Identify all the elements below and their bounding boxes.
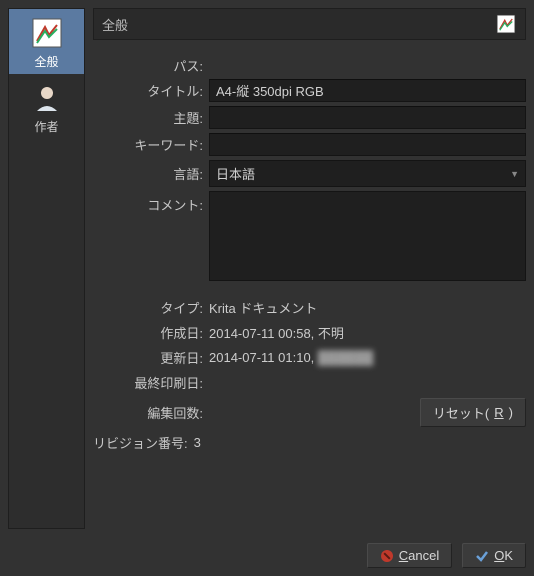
- value-type: Krita ドキュメント: [209, 298, 317, 317]
- chevron-down-icon: ▼: [510, 169, 519, 179]
- label-language: 言語:: [93, 164, 209, 183]
- sidebar-item-label: 全般: [34, 53, 58, 70]
- reset-button[interactable]: リセット(R): [420, 398, 526, 427]
- panel-header: 全般: [93, 8, 526, 40]
- dialog-button-bar: Cancel OK: [8, 529, 526, 568]
- content-panel: 全般 パス: タイトル: 主題:: [93, 8, 526, 529]
- label-type: タイプ:: [93, 298, 209, 317]
- label-printed: 最終印刷日:: [93, 373, 209, 392]
- label-keywords: キーワード:: [93, 135, 209, 154]
- value-created: 2014-07-11 00:58, 不明: [209, 323, 344, 342]
- keywords-input[interactable]: [209, 133, 526, 156]
- sidebar-item-author[interactable]: 作者: [9, 74, 84, 139]
- sidebar-item-general[interactable]: 全般: [9, 9, 84, 74]
- label-created: 作成日:: [93, 323, 209, 342]
- panel-title: 全般: [102, 15, 128, 34]
- value-revision: 3: [194, 435, 201, 450]
- author-icon: [29, 80, 65, 116]
- sidebar-item-label: 作者: [34, 118, 58, 135]
- label-modified: 更新日:: [93, 348, 209, 367]
- comment-textarea[interactable]: [209, 191, 526, 281]
- title-input[interactable]: [209, 79, 526, 102]
- general-icon: [29, 15, 65, 51]
- value-modified: 2014-07-11 01:10, ██████: [209, 350, 373, 365]
- label-comment: コメント:: [93, 191, 209, 214]
- general-icon: [495, 13, 517, 35]
- language-select[interactable]: 日本語 ▼: [209, 160, 526, 187]
- label-revision: リビジョン番号:: [93, 433, 194, 452]
- label-subject: 主題:: [93, 108, 209, 127]
- label-path: パス:: [93, 56, 209, 75]
- label-title: タイトル:: [93, 81, 209, 100]
- cancel-icon: [380, 549, 394, 563]
- ok-button[interactable]: OK: [462, 543, 526, 568]
- ok-icon: [475, 549, 489, 563]
- subject-input[interactable]: [209, 106, 526, 129]
- cancel-button[interactable]: Cancel: [367, 543, 452, 568]
- sidebar: 全般 作者: [8, 8, 85, 529]
- language-value: 日本語: [216, 164, 255, 183]
- label-edits: 編集回数:: [93, 403, 209, 422]
